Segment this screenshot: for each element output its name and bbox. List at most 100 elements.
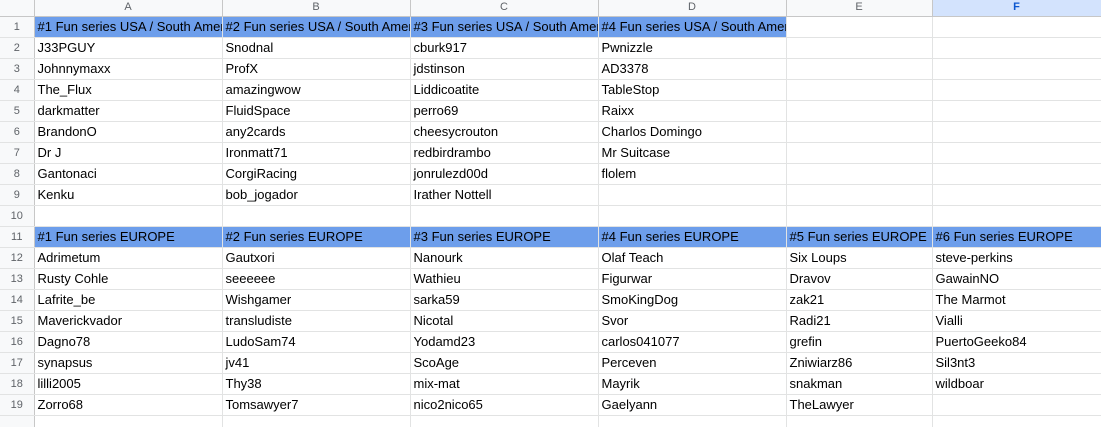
grid-cell[interactable] [932, 163, 1101, 185]
grid-cell[interactable]: FluidSpace [222, 100, 411, 122]
grid-cell[interactable]: any2cards [222, 121, 411, 143]
grid-cell[interactable]: nico2nico65 [410, 394, 599, 416]
group-header-cell[interactable]: #6 Fun series EUROPE [932, 226, 1101, 248]
grid-cell[interactable] [786, 58, 933, 80]
grid-cell[interactable]: Zniwiarz86 [786, 352, 933, 374]
grid-cell[interactable] [786, 79, 933, 101]
row-header[interactable]: 13 [0, 268, 35, 290]
group-header-cell[interactable]: #2 Fun series USA / South America [222, 16, 411, 38]
grid-cell[interactable] [410, 415, 599, 427]
grid-cell[interactable] [932, 415, 1101, 427]
row-header[interactable]: 6 [0, 121, 35, 143]
grid-cell[interactable]: Pwnizzle [598, 37, 787, 59]
grid-cell[interactable]: Adrimetum [34, 247, 223, 269]
grid-cell[interactable]: Mr Suitcase [598, 142, 787, 164]
group-header-cell[interactable]: #3 Fun series EUROPE [410, 226, 599, 248]
row-header[interactable]: 5 [0, 100, 35, 122]
row-header[interactable]: 8 [0, 163, 35, 185]
grid-cell[interactable] [786, 37, 933, 59]
column-header-a[interactable]: A [34, 0, 223, 17]
grid-cell[interactable]: Kenku [34, 184, 223, 206]
group-header-cell[interactable]: #2 Fun series EUROPE [222, 226, 411, 248]
grid-cell[interactable]: zak21 [786, 289, 933, 311]
grid-cell[interactable] [598, 205, 787, 227]
group-header-cell[interactable]: #3 Fun series USA / South America [410, 16, 599, 38]
grid-cell[interactable]: BrandonO [34, 121, 223, 143]
grid-cell[interactable]: Mayrik [598, 373, 787, 395]
grid-cell[interactable] [932, 16, 1101, 38]
grid-cell[interactable]: Zorro68 [34, 394, 223, 416]
grid-cell[interactable]: Gantonaci [34, 163, 223, 185]
grid-cell[interactable]: carlos041077 [598, 331, 787, 353]
grid-cell[interactable]: Vialli [932, 310, 1101, 332]
grid-cell[interactable]: LudoSam74 [222, 331, 411, 353]
row-header[interactable]: 12 [0, 247, 35, 269]
grid-cell[interactable]: TheLawyer [786, 394, 933, 416]
grid-cell[interactable]: Radi21 [786, 310, 933, 332]
grid-cell[interactable]: PuertoGeeko84 [932, 331, 1101, 353]
grid-cell[interactable]: Gaelyann [598, 394, 787, 416]
grid-cell[interactable]: Johnnymaxx [34, 58, 223, 80]
grid-cell[interactable]: Charlos Domingo [598, 121, 787, 143]
grid-cell[interactable]: Lafrite_be [34, 289, 223, 311]
grid-cell[interactable]: Gautxori [222, 247, 411, 269]
grid-cell[interactable]: ScoAge [410, 352, 599, 374]
grid-cell[interactable]: Dagno78 [34, 331, 223, 353]
group-header-cell[interactable]: #1 Fun series EUROPE [34, 226, 223, 248]
grid-cell[interactable]: Six Loups [786, 247, 933, 269]
row-header[interactable]: 15 [0, 310, 35, 332]
grid-cell[interactable]: redbirdrambo [410, 142, 599, 164]
row-header[interactable]: 14 [0, 289, 35, 311]
grid-cell[interactable] [222, 205, 411, 227]
grid-cell[interactable]: Nicotal [410, 310, 599, 332]
grid-cell[interactable]: lilli2005 [34, 373, 223, 395]
row-header[interactable]: 10 [0, 205, 35, 227]
grid-cell[interactable] [786, 205, 933, 227]
grid-cell[interactable] [786, 121, 933, 143]
grid-cell[interactable]: Raixx [598, 100, 787, 122]
grid-cell[interactable]: Svor [598, 310, 787, 332]
grid-cell[interactable] [786, 184, 933, 206]
grid-cell[interactable]: Figurwar [598, 268, 787, 290]
column-header-f[interactable]: F [932, 0, 1101, 17]
grid-cell[interactable]: Yodamd23 [410, 331, 599, 353]
group-header-cell[interactable]: #4 Fun series USA / South America [598, 16, 787, 38]
grid-cell[interactable]: Thy38 [222, 373, 411, 395]
grid-cell[interactable] [222, 415, 411, 427]
grid-cell[interactable]: jdstinson [410, 58, 599, 80]
grid-cell[interactable]: snakman [786, 373, 933, 395]
row-header[interactable]: 7 [0, 142, 35, 164]
grid-cell[interactable]: amazingwow [222, 79, 411, 101]
grid-cell[interactable]: jv41 [222, 352, 411, 374]
row-header[interactable]: 9 [0, 184, 35, 206]
grid-cell[interactable]: perro69 [410, 100, 599, 122]
grid-cell[interactable]: Dravov [786, 268, 933, 290]
grid-cell[interactable] [786, 100, 933, 122]
grid-cell[interactable]: AD3378 [598, 58, 787, 80]
grid-cell[interactable] [932, 142, 1101, 164]
grid-cell[interactable] [786, 142, 933, 164]
grid-cell[interactable]: bob_jogador [222, 184, 411, 206]
row-header[interactable]: 3 [0, 58, 35, 80]
grid-cell[interactable] [932, 121, 1101, 143]
grid-cell[interactable]: Rusty Cohle [34, 268, 223, 290]
grid-cell[interactable] [932, 79, 1101, 101]
select-all-corner[interactable] [0, 0, 35, 17]
grid-cell[interactable]: steve-perkins [932, 247, 1101, 269]
grid-cell[interactable]: GawainNO [932, 268, 1101, 290]
group-header-cell[interactable]: #5 Fun series EUROPE [786, 226, 933, 248]
grid-cell[interactable]: Maverickvador [34, 310, 223, 332]
grid-cell[interactable]: The_Flux [34, 79, 223, 101]
row-header[interactable] [0, 415, 35, 427]
grid-cell[interactable]: mix-mat [410, 373, 599, 395]
grid-cell[interactable]: Tomsawyer7 [222, 394, 411, 416]
grid-cell[interactable]: Irather Nottell [410, 184, 599, 206]
grid-cell[interactable]: sarka59 [410, 289, 599, 311]
grid-cell[interactable]: jonrulezd00d [410, 163, 599, 185]
grid-cell[interactable]: Liddicoatite [410, 79, 599, 101]
grid-cell[interactable] [786, 163, 933, 185]
grid-cell[interactable]: flolem [598, 163, 787, 185]
grid-cell[interactable]: Ironmatt71 [222, 142, 411, 164]
grid-cell[interactable] [786, 16, 933, 38]
group-header-cell[interactable]: #1 Fun series USA / South America [34, 16, 223, 38]
